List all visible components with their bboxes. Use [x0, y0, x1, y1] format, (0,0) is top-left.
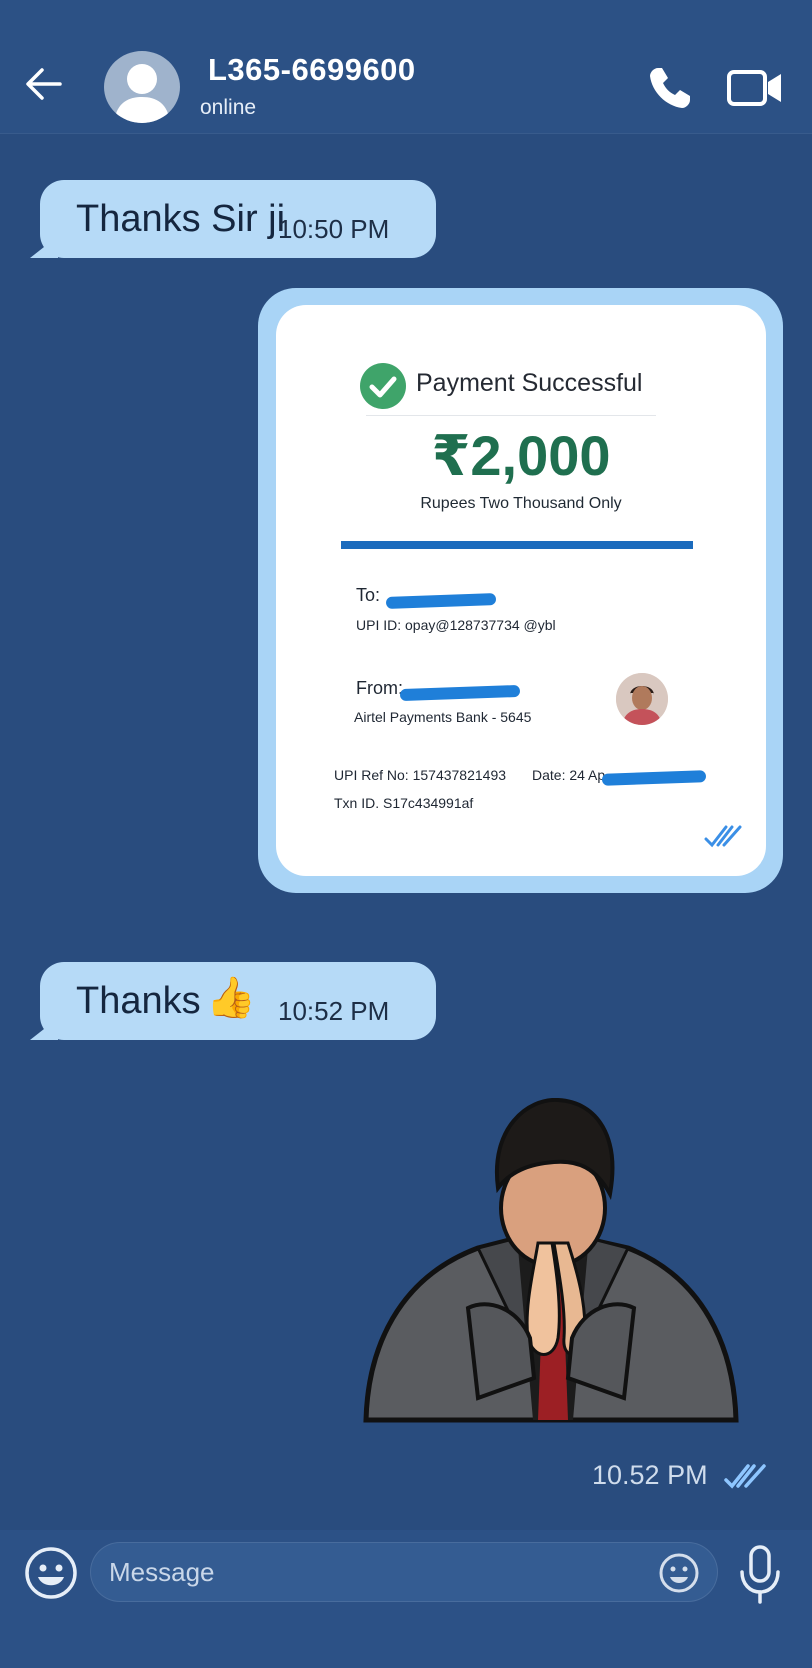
success-check-icon	[360, 363, 406, 409]
message-time: 10:52 PM	[278, 996, 390, 1026]
receipt-divider-bar	[341, 541, 693, 549]
incoming-message[interactable]: Thanks Sir ji 10:50 PM	[30, 180, 436, 258]
microphone-icon[interactable]	[736, 1544, 784, 1606]
emoji-icon[interactable]	[24, 1546, 78, 1600]
transaction-id: Txn ID. S17c434991af	[334, 795, 474, 811]
payer-photo	[616, 673, 668, 725]
recipient-label: To:	[356, 585, 381, 605]
payment-receipt-card: Payment Successful ₹2,000 Rupees Two Tho…	[276, 305, 766, 876]
bubble-tail	[30, 1018, 58, 1040]
incoming-message[interactable]: Thanks 👍 10:52 PM	[30, 962, 436, 1040]
double-check-icon	[704, 825, 742, 848]
payment-amount: ₹2,000	[431, 424, 611, 487]
message-placeholder: Message	[109, 1557, 215, 1587]
message-time: 10:50 PM	[278, 214, 390, 244]
payment-screenshot-message[interactable]: Payment Successful ₹2,000 Rupees Two Tho…	[258, 288, 783, 893]
contact-name[interactable]: L365-6699600	[208, 52, 416, 88]
contact-status: online	[200, 96, 257, 119]
upi-id: UPI ID: opay@128737734 @ybl	[356, 617, 556, 633]
payment-status: Payment Successful	[416, 369, 643, 397]
thumbs-up-emoji: 👍	[206, 976, 256, 1020]
message-input[interactable]: Message	[90, 1542, 718, 1602]
sticker-emoji-icon[interactable]	[658, 1552, 700, 1594]
message-text: Thanks	[76, 980, 201, 1022]
contact-avatar[interactable]	[104, 51, 180, 123]
chat-header: L365-6699600 online	[0, 0, 812, 134]
user-silhouette-icon	[114, 64, 170, 123]
redaction-mark	[601, 770, 707, 786]
back-arrow-icon[interactable]	[22, 62, 66, 106]
redaction-mark	[385, 593, 497, 609]
phone-icon[interactable]	[644, 62, 696, 114]
namaste-sticker[interactable]	[358, 1098, 744, 1444]
divider	[366, 415, 656, 416]
redaction-mark	[399, 684, 521, 702]
sender-label: From:	[356, 678, 403, 698]
video-call-icon[interactable]	[726, 66, 784, 110]
message-text: Thanks Sir ji	[76, 198, 286, 240]
sticker-time: 10.52 PM	[592, 1460, 708, 1490]
bubble-tail	[30, 236, 58, 258]
payment-date: Date: 24 Ap	[532, 767, 606, 783]
upi-reference: UPI Ref No: 157437821493	[334, 767, 507, 783]
double-check-icon	[724, 1464, 766, 1489]
amount-in-words: Rupees Two Thousand Only	[420, 495, 622, 512]
sender-bank: Airtel Payments Bank - 5645	[354, 709, 532, 725]
